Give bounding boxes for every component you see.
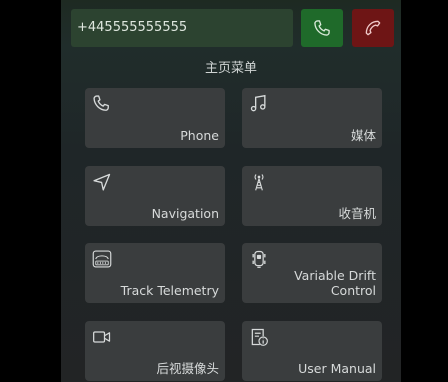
tile-label: Phone: [180, 128, 219, 143]
tile-variable-drift-control[interactable]: Variable Drift Control: [242, 243, 382, 303]
tile-media[interactable]: 媒体: [242, 88, 382, 148]
home-menu-title: 主页菜单: [204, 61, 257, 76]
tile-radio[interactable]: 收音机: [242, 166, 382, 226]
tile-label: Track Telemetry: [120, 283, 219, 298]
phone-bar: +445555555555: [71, 9, 396, 47]
tile-label: Variable Drift Control: [294, 268, 376, 298]
tile-navigation[interactable]: Navigation: [85, 166, 225, 226]
tile-track-telemetry[interactable]: Track Telemetry: [85, 243, 225, 303]
tile-label: Navigation: [151, 206, 219, 221]
manual-info-icon: [249, 327, 269, 347]
phone-hangup-icon: [363, 18, 383, 38]
tile-label: 后视摄像头: [156, 361, 219, 376]
tile-label: User Manual: [298, 361, 376, 376]
navigation-arrow-icon: [92, 172, 112, 192]
tile-label: 媒体: [350, 128, 376, 143]
phone-call-icon: [312, 18, 332, 38]
phone-number-field[interactable]: +445555555555: [71, 9, 293, 47]
call-reject-button[interactable]: [352, 9, 394, 47]
drift-car-icon: [249, 249, 269, 269]
phone-icon: [92, 94, 112, 114]
radio-tower-icon: [249, 172, 269, 192]
tile-user-manual[interactable]: User Manual: [242, 321, 382, 381]
infotainment-screen: +445555555555 主页菜单 Phone 媒体 Navigation 收…: [61, 0, 401, 382]
tile-phone[interactable]: Phone: [85, 88, 225, 148]
camera-icon: [92, 327, 112, 347]
call-accept-button[interactable]: [301, 9, 343, 47]
tile-rear-camera[interactable]: 后视摄像头: [85, 321, 225, 381]
music-note-icon: [249, 94, 269, 114]
gauge-icon: [92, 249, 112, 269]
tile-label: 收音机: [338, 206, 376, 221]
